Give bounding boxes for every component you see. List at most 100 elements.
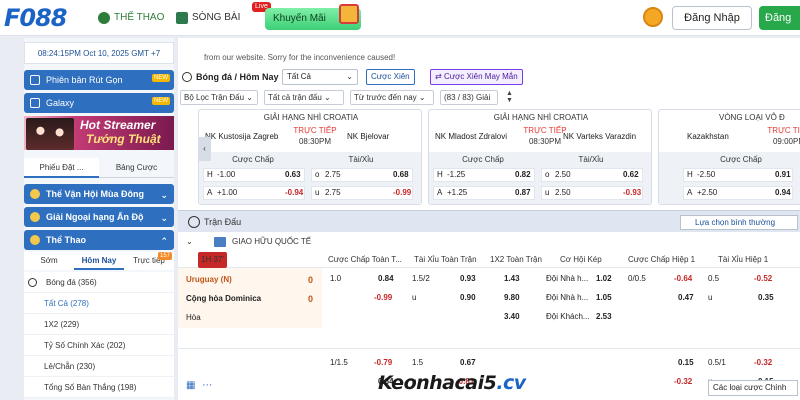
carousel-prev-button[interactable]: ‹ xyxy=(198,137,211,161)
category-winter-olympics[interactable]: Thế Vận Hội Mùa Đông ⌄ xyxy=(24,184,174,204)
category-sports[interactable]: Thể Thao ⌃ xyxy=(24,230,174,250)
card-hdp-header: Cược Chấp xyxy=(462,155,504,164)
notice-partial xyxy=(204,40,800,52)
more-icon[interactable]: ⋯ xyxy=(202,380,212,391)
odds-value[interactable]: -0.99 xyxy=(374,291,392,305)
card-odds: Cược Chấp Tài/Xỉu H -1.00 0.63 o 2.75 0.… xyxy=(199,152,421,204)
card-ou-header: Tài/Xỉu xyxy=(348,155,374,164)
card-home-team: NK Kustosija Zagreb xyxy=(205,132,279,141)
card-odds-row: A +2.50 0.94 xyxy=(683,186,800,200)
odds-value: 0.63 xyxy=(285,170,301,179)
market-select[interactable]: Tất Cả ⌄ xyxy=(282,69,358,85)
tab-bet-board[interactable]: Bảng Cược xyxy=(99,158,174,178)
list-item-1x2[interactable]: 1X2 (229) xyxy=(24,314,174,335)
odds-value[interactable]: -0.64 xyxy=(674,272,692,286)
lite-version-label: Phiên bản Rút Gọn xyxy=(46,75,123,85)
register-button[interactable]: Đăng xyxy=(759,6,800,30)
nav-casino[interactable]: SÒNG BÀI xyxy=(176,9,240,27)
league-row[interactable]: ⌄ GIAO HỮU QUỐC TẾ xyxy=(178,234,800,250)
lite-version-button[interactable]: Phiên bản Rút Gọn NEW xyxy=(24,70,174,90)
sport-title: Bóng đá / Hôm Nay xyxy=(182,68,279,86)
tab-bet-slip[interactable]: Phiếu Đặt ... xyxy=(24,158,99,178)
odds-value[interactable]: -0.79 xyxy=(374,356,392,370)
list-item-all[interactable]: Tất Cả (278) xyxy=(24,293,174,314)
card-away-team: NK Bjelovar xyxy=(347,132,390,141)
odds-value: -0.99 xyxy=(393,188,412,197)
live-time-badge: 1H 37' xyxy=(198,252,227,268)
new-badge: NEW xyxy=(152,74,170,82)
parlay-button[interactable]: Cược Xiên xyxy=(366,69,415,85)
list-item-football[interactable]: Bóng đá (356) xyxy=(24,272,174,293)
odds-value[interactable]: 1.43 xyxy=(504,272,520,286)
banner-title: Hot Streamer xyxy=(80,118,156,132)
nav-sports-label: THỂ THAO xyxy=(114,12,165,23)
ou-line: 1.5 xyxy=(412,358,424,367)
league-count[interactable]: (83 / 83) Giải xyxy=(440,90,498,105)
odds-value[interactable]: -0.32 xyxy=(674,375,692,389)
streamer-photo xyxy=(26,118,74,150)
galaxy-button[interactable]: Galaxy NEW xyxy=(24,93,174,113)
notice-banner: from our website. Sorry for the inconven… xyxy=(178,38,800,66)
col-header: Cược Chấp Toàn T... xyxy=(328,255,402,264)
odds-value[interactable]: -0.32 xyxy=(754,356,772,370)
side-label: A xyxy=(437,188,443,197)
arrows-icon: ⇄ xyxy=(435,72,444,81)
soccer-ball-icon xyxy=(98,12,110,24)
sort-icon[interactable]: ▲ ▼ xyxy=(506,90,518,105)
time-filter[interactable]: Từ trước đến nay ⌄ xyxy=(350,90,434,105)
match-card[interactable]: GIẢI HẠNG NHÌ CROATIA NK Kustosija Zagre… xyxy=(198,109,422,205)
odds-value[interactable]: 2.53 xyxy=(596,310,612,324)
promotion-label: Khuyến Mãi xyxy=(273,13,326,24)
odds-value[interactable]: 0.47 xyxy=(678,291,694,305)
match-filter[interactable]: Tất cả trận đấu ⌄ xyxy=(264,90,344,105)
match-card[interactable]: GIẢI HẠNG NHÌ CROATIA NK Mladost Zdralov… xyxy=(428,109,652,205)
odds-value[interactable]: 0.35 xyxy=(758,291,774,305)
odds-value: 0.87 xyxy=(515,188,531,197)
section-title: Trận Đấu xyxy=(204,217,242,227)
card-home-team: NK Mladost Zdralovi xyxy=(435,132,508,141)
category-indian-league[interactable]: Giải Ngoại hạng Ấn Độ ⌄ xyxy=(24,207,174,227)
soccer-ball-icon xyxy=(182,72,192,82)
odds-value: 0.68 xyxy=(393,170,409,179)
list-item-correct-score[interactable]: Tỷ Số Chính Xác (202) xyxy=(24,335,174,356)
list-item-odd-even[interactable]: Lẻ/Chẵn (230) xyxy=(24,356,174,377)
hdp-line: -1.25 xyxy=(447,170,466,179)
chevron-down-icon: ⌄ xyxy=(160,190,168,200)
odds-value: 0.62 xyxy=(623,170,639,179)
lucky-parlay-button[interactable]: ⇄ Cược Xiên May Mắn xyxy=(430,69,523,85)
table-tools: ▦ ⋯ xyxy=(186,380,212,391)
tab-today[interactable]: Hôm Nay xyxy=(74,252,124,270)
match-card[interactable]: VÒNG LOẠI VÔ Đ Kazakhstan TRỰC TIẾP 09:0… xyxy=(658,109,800,205)
grid-icon[interactable]: ▦ xyxy=(186,380,195,391)
league-filter[interactable]: Bộ Lọc Trận Đấu ⌄ xyxy=(180,90,258,105)
odds-value[interactable]: 1.05 xyxy=(596,291,612,305)
promotion-button[interactable]: Khuyến Mãi xyxy=(265,4,361,30)
odds-value[interactable]: 0.93 xyxy=(460,272,476,286)
odds-value[interactable]: -0.52 xyxy=(754,272,772,286)
streamer-banner[interactable]: Hot Streamer Tướng Thuật xyxy=(24,116,174,150)
site-logo[interactable]: F088 xyxy=(4,4,67,32)
odds-value[interactable]: 0.90 xyxy=(460,291,476,305)
hdp-line: 0/0.5 xyxy=(628,274,646,283)
nav-sports[interactable]: THỂ THAO xyxy=(98,9,164,27)
league-filter-label: Bộ Lọc Trận Đấu xyxy=(184,93,245,102)
tab-early[interactable]: Sớm xyxy=(24,252,74,270)
odds-value[interactable]: 3.40 xyxy=(504,310,520,324)
login-button[interactable]: Đăng Nhập xyxy=(672,6,752,30)
odds-value[interactable]: 0.84 xyxy=(378,272,394,286)
odds-value[interactable]: 0.67 xyxy=(460,356,476,370)
soccer-ball-icon xyxy=(30,235,40,245)
view-mode-select[interactable]: Lựa chọn bình thường xyxy=(680,215,798,230)
league-icon xyxy=(214,237,226,247)
card-odds-row: H -2.50 0.91 xyxy=(683,168,800,182)
list-item-label: Bóng đá (356) xyxy=(46,278,97,287)
medal-icon[interactable] xyxy=(643,7,663,27)
list-item-total-goals[interactable]: Tổng Số Bàn Thắng (198) xyxy=(24,377,174,398)
card-time: 09:00PM xyxy=(772,137,800,146)
chevron-down-icon: ⌄ xyxy=(160,213,168,223)
odds-value[interactable]: 1.02 xyxy=(596,272,612,286)
odds-value[interactable]: 9.80 xyxy=(504,291,520,305)
bet-types-select[interactable]: Các loại cược Chính xyxy=(708,380,798,396)
odds-value[interactable]: 0.15 xyxy=(678,356,694,370)
hdp-line: 1.0 xyxy=(330,274,342,283)
